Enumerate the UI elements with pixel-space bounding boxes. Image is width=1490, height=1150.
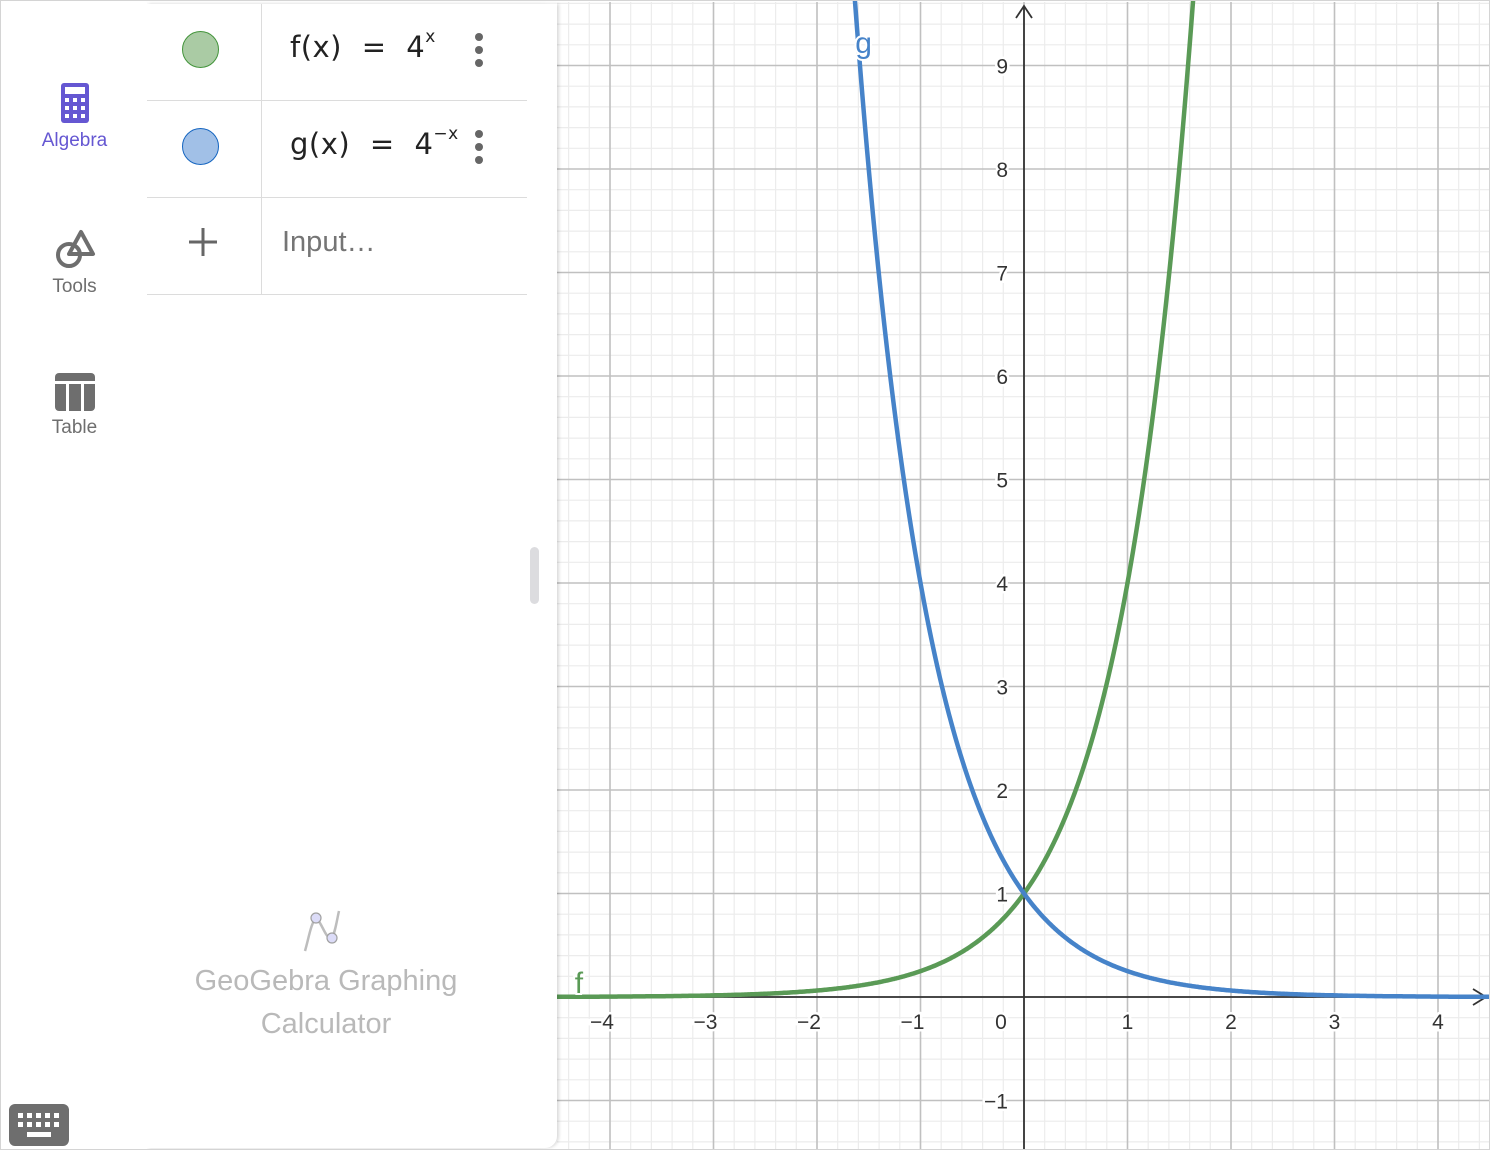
nav-table[interactable]: Table [2, 373, 147, 439]
app-window: −4 −3 −2 −1 0 1 2 3 4 −1 1 2 3 4 5 6 7 8 9 f g Algebra Tool… [0, 0, 1490, 1150]
algebra-entry-f[interactable]: f(x) = 4x [147, 4, 527, 101]
y-tick-label: 1 [996, 884, 1008, 907]
y-tick-label: 4 [996, 573, 1008, 596]
x-tick-label: 3 [1329, 1011, 1341, 1034]
geogebra-graphing-logo-icon [303, 910, 341, 952]
x-tick-label: −2 [797, 1011, 821, 1034]
calculator-icon [60, 83, 89, 123]
y-tick-label: 9 [996, 56, 1008, 79]
keyboard-button[interactable] [9, 1104, 69, 1146]
formula-base: 4 [414, 127, 434, 161]
x-tick-label: −1 [901, 1011, 925, 1034]
nav-tools-label: Tools [52, 276, 97, 297]
nav-table-label: Table [51, 417, 98, 438]
nav-tools[interactable]: Tools [2, 228, 147, 298]
y-tick-label: 8 [996, 159, 1008, 182]
more-vertical-icon[interactable] [467, 31, 491, 69]
formula-lhs: g(x) [290, 127, 351, 161]
x-tick-label: 0 [995, 1011, 1007, 1034]
formula-lhs: f(x) [290, 30, 342, 64]
visibility-toggle-f[interactable] [182, 31, 219, 68]
y-tick-label: 2 [996, 780, 1008, 803]
nav-algebra[interactable]: Algebra [2, 82, 147, 152]
keyboard-icon [18, 1113, 59, 1137]
x-tick-label: 4 [1432, 1011, 1444, 1034]
side-navigation: Algebra Tools Table [2, 2, 147, 1149]
curve-label-f: f [575, 967, 584, 1000]
x-tick-label: −4 [590, 1011, 614, 1034]
table-icon [54, 373, 95, 411]
marble-cell [147, 101, 262, 197]
y-tick-label: 7 [996, 263, 1008, 286]
x-tick-label: −3 [694, 1011, 718, 1034]
tools-shapes-icon [55, 230, 95, 268]
curve-f[interactable] [554, 1, 1196, 1000]
formula-exponent: −x [433, 124, 459, 145]
marble-cell [147, 4, 262, 100]
algebra-entry-g[interactable]: g(x) = 4−x [147, 101, 527, 198]
x-tick-label: 1 [1122, 1011, 1134, 1034]
algebra-input-row[interactable] [147, 198, 527, 295]
nav-algebra-label: Algebra [41, 130, 108, 151]
axes [557, 4, 1488, 1149]
panel-resize-handle[interactable] [530, 547, 539, 604]
marble-cell [147, 198, 262, 294]
brand-title-line1: GeoGebra Graphing [194, 965, 458, 997]
y-tick-label: −1 [984, 1091, 1008, 1114]
app-branding: GeoGebra Graphing Calculator [147, 909, 505, 1044]
curve-label-g: g [855, 27, 872, 60]
visibility-toggle-g[interactable] [182, 128, 219, 165]
curve-g[interactable] [852, 1, 1489, 1000]
formula-eq: = [369, 127, 395, 161]
more-vertical-icon[interactable] [467, 128, 491, 166]
formula-eq: = [361, 30, 387, 64]
y-tick-label: 3 [996, 677, 1008, 700]
minor-grid [557, 2, 1489, 1149]
x-tick-label: 2 [1225, 1011, 1237, 1034]
algebra-panel: f(x) = 4x g(x) = 4−x Input… GeoGebra Gra… [147, 4, 557, 1148]
y-tick-label: 6 [996, 366, 1008, 389]
y-tick-label: 5 [996, 470, 1008, 493]
plus-icon[interactable] [185, 226, 221, 262]
formula-g[interactable]: g(x) = 4−x [290, 124, 459, 161]
brand-title-line2: Calculator [260, 1008, 392, 1040]
formula-exponent: x [425, 27, 436, 48]
formula-f[interactable]: f(x) = 4x [290, 27, 436, 64]
tick-labels: −4 −3 −2 −1 0 1 2 3 4 −1 1 2 3 4 5 6 7 8 9 [588, 53, 1447, 1116]
algebra-input[interactable] [282, 226, 512, 259]
formula-base: 4 [406, 30, 426, 64]
major-grid [557, 2, 1489, 1149]
